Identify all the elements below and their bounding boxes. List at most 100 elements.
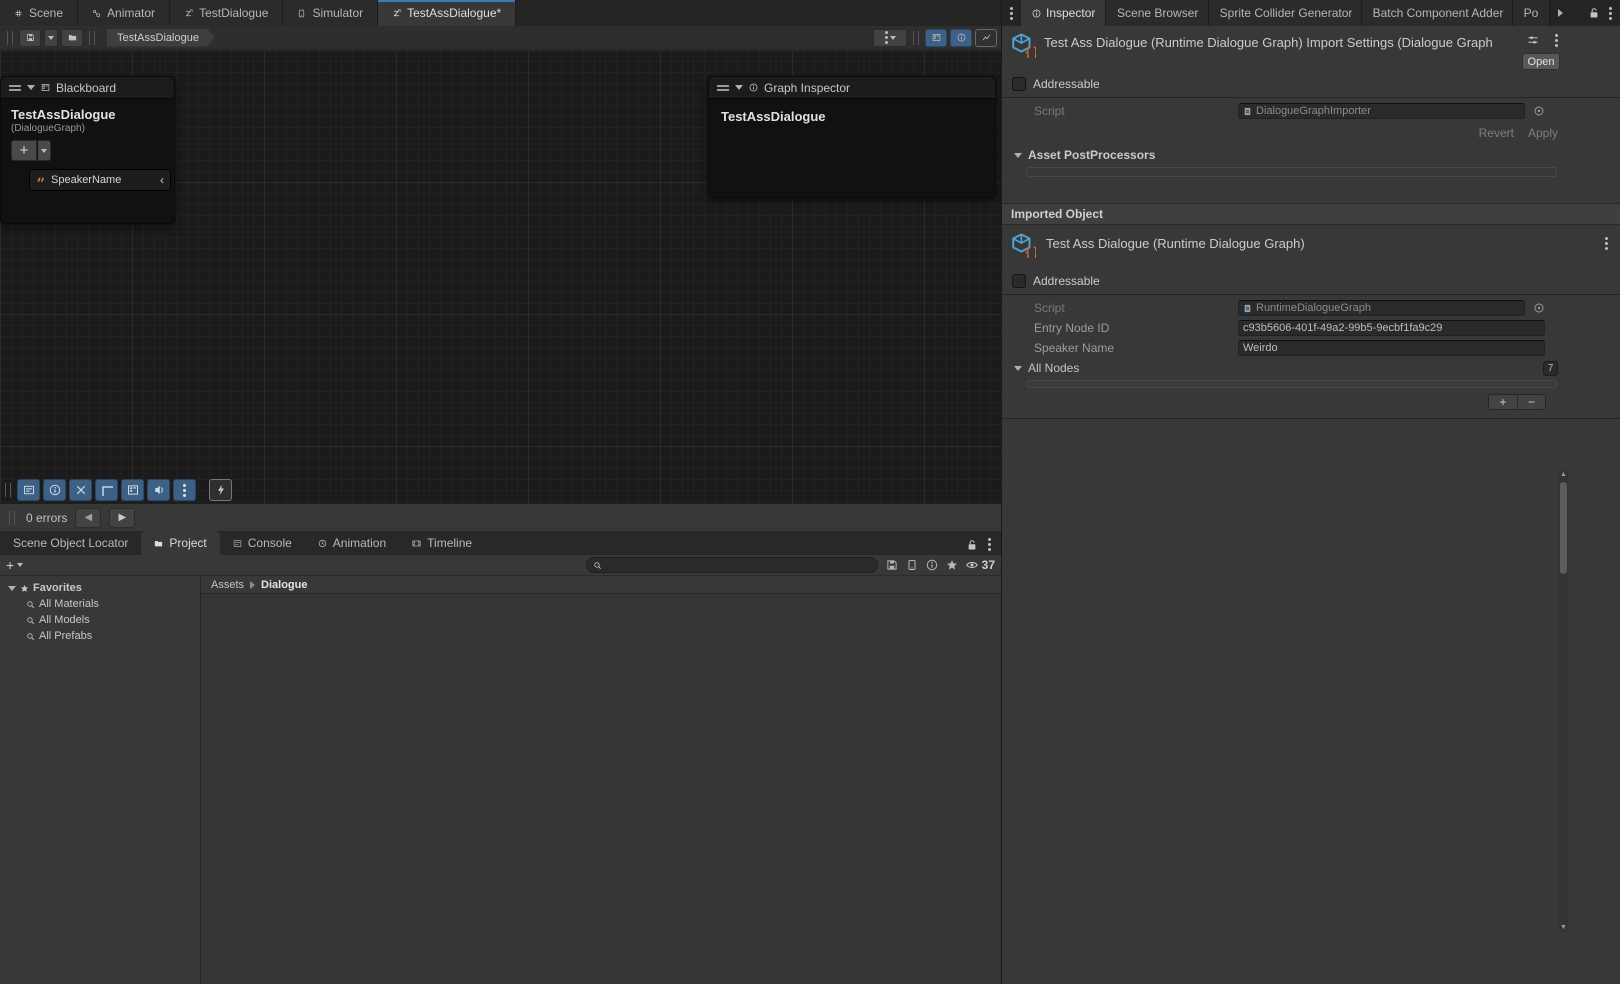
tab-testdialogue[interactable]: TestDialogue <box>170 0 283 26</box>
tab-sprite-collider-generator[interactable]: Sprite Collider Generator <box>1209 0 1362 26</box>
open-button[interactable]: Open <box>1522 53 1560 70</box>
blackboard-property-speakername[interactable]: SpeakerName ‹ <box>29 169 171 191</box>
create-asset-button[interactable]: + <box>6 557 23 573</box>
tab-batch-component-adder[interactable]: Batch Component Adder <box>1362 0 1513 26</box>
scroll-down-icon[interactable]: ▼ <box>1559 924 1568 931</box>
graph-options-button[interactable] <box>873 29 907 47</box>
postprocessors-foldout[interactable]: Asset PostProcessors <box>1002 145 1620 165</box>
chevron-down-icon[interactable] <box>735 85 743 90</box>
toggle-audio-button[interactable] <box>147 479 170 501</box>
scroll-tabs-icon[interactable] <box>1558 9 1579 17</box>
kebab-icon[interactable] <box>988 538 991 551</box>
tab-animation[interactable]: Animation <box>305 531 399 555</box>
graph-inspector-header[interactable]: Graph Inspector <box>709 77 995 99</box>
tab-scene-object-locator[interactable]: Scene Object Locator <box>0 531 141 555</box>
toolbar-grip[interactable] <box>913 31 919 45</box>
toolbar-grip[interactable] <box>89 31 95 45</box>
blackboard-panel[interactable]: Blackboard TestAssDialogue (DialogueGrap… <box>0 76 175 224</box>
toggle-blackboard-button[interactable] <box>121 479 144 501</box>
previous-error-button[interactable]: ◀ <box>75 508 101 528</box>
addressable-checkbox[interactable] <box>1012 274 1026 288</box>
show-in-project-button[interactable] <box>61 29 83 47</box>
graph-canvas[interactable]: Blackboard TestAssDialogue (DialogueGrap… <box>0 50 1001 503</box>
object-picker-icon[interactable] <box>1533 302 1545 314</box>
tab-animator[interactable]: Animator <box>78 0 170 26</box>
tab-inspector[interactable]: Inspector <box>1021 0 1106 26</box>
addressable-checkbox[interactable] <box>1012 77 1026 91</box>
toggle-blackboard-button[interactable] <box>925 29 947 47</box>
toggle-info-button[interactable] <box>43 479 66 501</box>
tab-scene-browser[interactable]: Scene Browser <box>1106 0 1209 26</box>
toggle-tools-button[interactable] <box>69 479 92 501</box>
tab-console[interactable]: Console <box>220 531 305 555</box>
tree-item-all-prefabs[interactable]: All Prefabs <box>0 628 200 644</box>
tab-testassdialogue[interactable]: TestAssDialogue* <box>378 0 516 26</box>
kebab-icon[interactable] <box>1555 34 1558 47</box>
add-property-options-button[interactable] <box>38 140 51 161</box>
scrollbar-thumb[interactable] <box>1560 482 1567 574</box>
toggle-list-view-button[interactable] <box>17 479 40 501</box>
info-icon <box>49 484 61 496</box>
project-toolbar: + 37 <box>0 555 1001 576</box>
chevron-left-icon[interactable]: ‹ <box>160 173 164 187</box>
toggle-live-preview-button[interactable] <box>209 479 232 501</box>
tree-item-all-materials[interactable]: All Materials <box>0 596 200 612</box>
hidden-count-toggle[interactable]: 37 <box>966 558 995 572</box>
console-icon <box>233 539 242 548</box>
search-box[interactable] <box>586 557 878 573</box>
chevron-down-icon[interactable] <box>27 85 35 90</box>
save-options-button[interactable] <box>44 29 58 47</box>
all-nodes-box <box>1026 380 1557 388</box>
script-field: RuntimeDialogueGraph <box>1238 300 1525 316</box>
object-picker-icon[interactable] <box>1533 105 1545 117</box>
tab-po[interactable]: Po <box>1513 0 1550 26</box>
nodes-scrollbar[interactable]: ▲ ▼ <box>1559 470 1568 932</box>
kebab-icon <box>183 484 186 497</box>
scroll-up-icon[interactable]: ▲ <box>1559 471 1568 478</box>
breadcrumb-root[interactable]: Assets <box>211 579 244 591</box>
tab-bar-controls <box>956 538 1001 555</box>
toolbar-grip[interactable] <box>5 483 11 497</box>
graph-inspector-panel[interactable]: Graph Inspector TestAssDialogue <box>708 76 996 198</box>
tab-label: Scene <box>29 6 63 20</box>
toolbar-grip[interactable] <box>7 31 13 45</box>
alert-button[interactable] <box>926 559 938 571</box>
favorites-filter-button[interactable] <box>946 559 958 571</box>
next-error-button[interactable]: ▶ <box>109 508 135 528</box>
kebab-icon[interactable] <box>1605 237 1608 250</box>
remove-element-button[interactable]: − <box>1517 395 1545 409</box>
addressable-label: Addressable <box>1033 77 1100 91</box>
lock-icon[interactable] <box>1588 7 1600 19</box>
tab-project[interactable]: Project <box>141 531 219 555</box>
add-property-button[interactable]: + <box>11 140 37 161</box>
toolbar-grip[interactable] <box>9 511 15 525</box>
chevron-right-icon <box>250 581 255 589</box>
kebab-icon[interactable] <box>1609 7 1612 20</box>
blackboard-header[interactable]: Blackboard <box>1 77 174 99</box>
breadcrumb[interactable]: TestAssDialogue <box>107 29 215 47</box>
toggle-window-button[interactable] <box>95 479 118 501</box>
save-button[interactable] <box>19 29 41 47</box>
presets-icon[interactable] <box>1527 34 1539 46</box>
toggle-minimap-button[interactable] <box>975 29 997 47</box>
more-options-button[interactable] <box>173 479 196 501</box>
add-element-button[interactable]: + <box>1489 395 1517 409</box>
breadcrumb-current[interactable]: Dialogue <box>261 579 307 591</box>
drag-handle-icon <box>717 85 729 91</box>
speaker-name-field[interactable]: Weirdo <box>1238 340 1545 356</box>
tree-item-favorites[interactable]: Favorites <box>0 580 200 596</box>
revert-button[interactable]: Revert <box>1479 126 1514 140</box>
all-nodes-row[interactable]: All Nodes 7 <box>1002 358 1620 378</box>
search-input[interactable] <box>606 559 871 571</box>
apply-button[interactable]: Apply <box>1528 126 1558 140</box>
saved-search-button[interactable] <box>886 559 898 571</box>
tree-item-all-models[interactable]: All Models <box>0 612 200 628</box>
tab-simulator[interactable]: Simulator <box>283 0 378 26</box>
toggle-graph-inspector-button[interactable] <box>950 29 972 47</box>
entry-node-id-field[interactable]: c93b5606-401f-49a2-99b5-9ecbf1fa9c29 <box>1238 320 1545 336</box>
package-filter-button[interactable] <box>906 559 918 571</box>
chevron-down-icon <box>890 36 896 40</box>
tab-timeline[interactable]: Timeline <box>399 531 485 555</box>
tab-scene[interactable]: Scene <box>0 0 78 26</box>
kebab-icon[interactable] <box>1010 7 1013 20</box>
